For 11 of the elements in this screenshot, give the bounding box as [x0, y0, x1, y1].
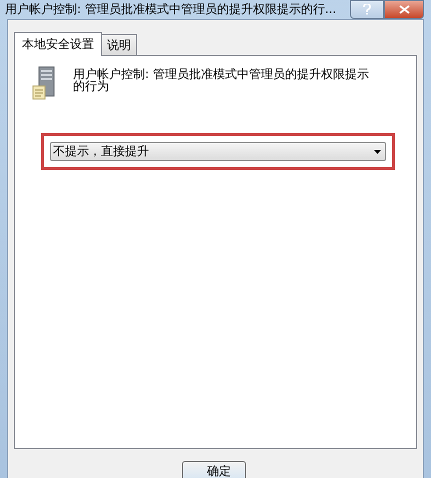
close-button[interactable]: [384, 0, 424, 19]
tab[interactable]: 说明: [101, 34, 137, 56]
window-title: 用户帐户控制: 管理员批准模式中管理员的提升权限提示的行...: [5, 1, 336, 18]
policy-description: 用户帐户控制: 管理员批准模式中管理员的提升权限提示的行为: [73, 68, 370, 92]
setting-dropdown[interactable]: 不提示，直接提升: [50, 142, 386, 161]
tab[interactable]: 本地安全设置: [14, 32, 102, 56]
dropdown-arrow-icon: [374, 150, 381, 154]
help-button[interactable]: [350, 0, 384, 19]
close-icon: [398, 5, 410, 14]
help-icon: [363, 4, 371, 15]
ok-button[interactable]: 确定: [182, 461, 246, 478]
